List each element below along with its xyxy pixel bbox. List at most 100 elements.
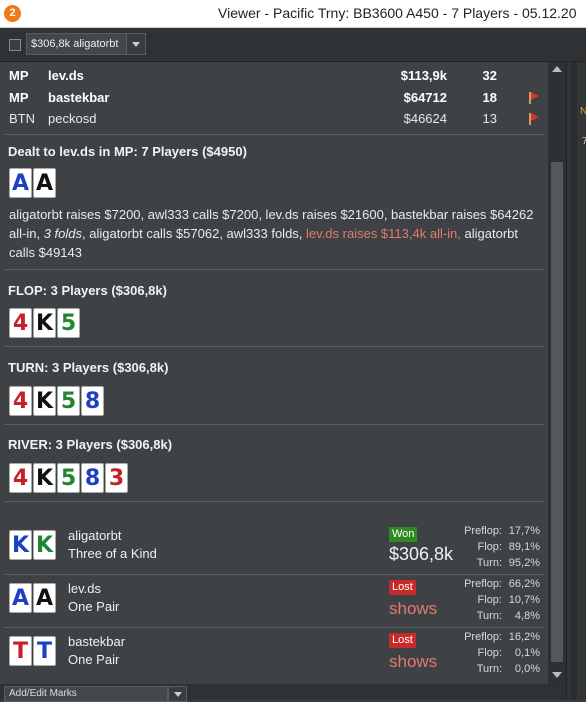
player-position: MP <box>9 68 29 83</box>
result-hand: Three of a Kind <box>68 546 157 561</box>
playing-card: 8 <box>81 463 104 493</box>
status-badge: Lost <box>389 580 416 595</box>
player-row: MP lev.ds $113,9k 32 <box>0 66 548 86</box>
result-cards: TT <box>9 636 56 666</box>
side-pane: N 7 <box>566 62 586 700</box>
side-pane-label: N <box>580 106 586 117</box>
result-player-name: lev.ds <box>68 581 101 596</box>
title-bar: 2 Viewer - Pacific Trny: BB3600 A450 - 7… <box>0 0 586 28</box>
window-title: Viewer - Pacific Trny: BB3600 A450 - 7 P… <box>218 5 577 21</box>
won-amount: $306,8k <box>389 544 454 564</box>
playing-card: K <box>33 530 56 560</box>
toolbar: $306,8k aligatorbt <box>0 28 586 62</box>
divider <box>4 269 544 270</box>
divider <box>4 424 544 425</box>
divider <box>4 346 544 347</box>
player-amount: $46624 <box>403 111 447 126</box>
preflop-label: Preflop: <box>464 525 502 537</box>
side-pane-value: 7 <box>582 136 586 147</box>
result-row[interactable]: AA lev.ds One Pair Lost shows Preflop: 66… <box>4 575 544 627</box>
playing-card: T <box>33 636 56 666</box>
result-player-name: aligatorbt <box>68 528 122 543</box>
playing-card: A <box>9 168 32 198</box>
preflop-actions: aligatorbt raises $7200, awl333 calls $7… <box>9 205 541 262</box>
result-cards: KK <box>9 530 56 560</box>
turn-title: TURN: 3 Players ($306,8k) <box>8 360 169 375</box>
result-hand: One Pair <box>68 599 120 614</box>
flop-label: Flop: <box>477 541 502 553</box>
flag-icon[interactable] <box>529 92 539 104</box>
playing-card: T <box>9 636 32 666</box>
action-folds: 3 folds <box>43 226 82 241</box>
playing-card: K <box>33 463 56 493</box>
player-position: BTN <box>9 111 35 126</box>
result-hand: One Pair <box>68 652 120 667</box>
scroll-up-icon[interactable] <box>552 66 562 72</box>
preflop-equity: 16,2% <box>508 631 540 643</box>
playing-card: 5 <box>57 386 80 416</box>
scroll-down-icon[interactable] <box>552 672 562 678</box>
bottom-bar: Add/Edit Marks <box>0 684 566 702</box>
player-position: MP <box>9 90 29 105</box>
scrollbar-thumb[interactable] <box>551 162 563 662</box>
player-count: 18 <box>482 90 497 105</box>
result-row[interactable]: KK aligatorbt Three of a Kind Won $306,8… <box>4 522 544 574</box>
turn-equity: 95,2% <box>508 557 540 569</box>
hero-action: lev.ds raises $113,4k all-in, <box>306 226 461 241</box>
shows-link[interactable]: shows <box>389 652 437 672</box>
flop-equity: 0,1% <box>514 647 540 659</box>
playing-card: A <box>33 583 56 613</box>
playing-card: 5 <box>57 308 80 338</box>
turn-cards: 4K58 <box>9 386 104 416</box>
result-cards: AA <box>9 583 56 613</box>
player-row: BTN peckosd $46624 13 <box>0 109 548 129</box>
playing-card: A <box>33 168 56 198</box>
status-badge: Lost <box>389 633 416 648</box>
divider <box>4 501 544 502</box>
playing-card: 4 <box>9 463 32 493</box>
player-amount: $64712 <box>403 90 447 105</box>
playing-card: K <box>33 386 56 416</box>
river-title: RIVER: 3 Players ($306,8k) <box>8 437 173 452</box>
divider <box>4 134 544 135</box>
preflop-label: Preflop: <box>464 631 502 643</box>
select-checkbox[interactable] <box>9 39 21 51</box>
player-name: bastekbar <box>48 90 110 105</box>
chevron-down-icon[interactable] <box>126 33 146 55</box>
preflop-equity: 17,7% <box>508 525 540 537</box>
preflop-label: Preflop: <box>464 578 502 590</box>
player-amount: $113,9k <box>400 68 447 83</box>
turn-equity: 4,8% <box>514 610 540 622</box>
hero-cards: AA <box>9 168 56 198</box>
flop-label: Flop: <box>477 594 502 606</box>
preflop-title: Dealt to lev.ds in MP: 7 Players ($4950) <box>8 144 247 159</box>
turn-label: Turn: <box>476 663 502 675</box>
player-row: MP bastekbar $64712 18 <box>0 88 548 108</box>
status-badge: Won <box>389 527 418 542</box>
playing-card: K <box>33 308 56 338</box>
flop-title: FLOP: 3 Players ($306,8k) <box>8 283 167 298</box>
preflop-equity: 66,2% <box>508 578 540 590</box>
playing-card: 5 <box>57 463 80 493</box>
side-pane-scrollbar[interactable] <box>571 62 577 700</box>
player-count: 32 <box>482 68 497 83</box>
turn-label: Turn: <box>476 557 502 569</box>
flop-equity: 89,1% <box>508 541 540 553</box>
playing-card: 3 <box>105 463 128 493</box>
flop-label: Flop: <box>477 647 502 659</box>
playing-card: A <box>9 583 32 613</box>
player-name: lev.ds <box>48 68 84 83</box>
shows-link[interactable]: shows <box>389 599 437 619</box>
action-text-2: , aligatorbt calls $57062, awl333 folds, <box>82 226 307 241</box>
turn-label: Turn: <box>476 610 502 622</box>
playing-card: 8 <box>81 386 104 416</box>
playing-card: 4 <box>9 386 32 416</box>
hand-history-panel: MP lev.ds $113,9k 32 MP bastekbar $64712… <box>0 62 548 684</box>
flop-cards: 4K5 <box>9 308 80 338</box>
player-name: peckosd <box>48 111 97 126</box>
vertical-scrollbar[interactable] <box>548 62 566 684</box>
playing-card: 4 <box>9 308 32 338</box>
result-row[interactable]: TT bastekbar One Pair Lost shows Preflop… <box>4 628 544 680</box>
flag-icon[interactable] <box>529 113 539 125</box>
playing-card: K <box>9 530 32 560</box>
